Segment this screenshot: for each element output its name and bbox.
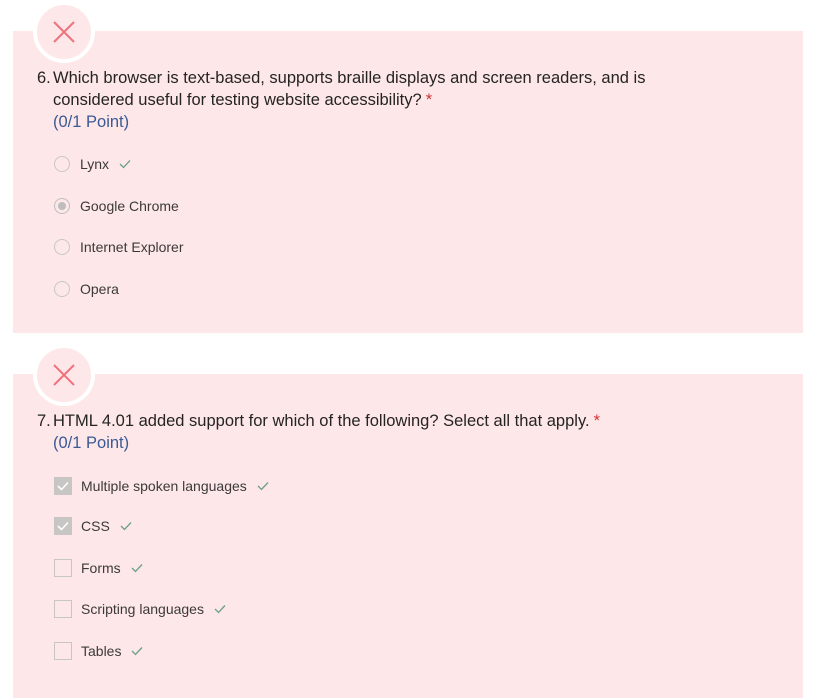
option-scripting-languages[interactable]: Scripting languages	[54, 599, 226, 619]
option-lynx[interactable]: Lynx	[54, 154, 131, 174]
option-internet-explorer[interactable]: Internet Explorer	[54, 237, 184, 257]
option-multiple-spoken-languages[interactable]: Multiple spoken languages	[54, 476, 269, 496]
question-number: 7.	[37, 412, 51, 430]
question-title: 6. Which browser is text-based, supports…	[37, 67, 777, 133]
option-label: Tables	[81, 643, 122, 659]
question-text-line1: HTML 4.01 added support for which of the…	[53, 412, 590, 430]
question-points: (0/1 Point)	[53, 434, 130, 452]
required-marker: *	[425, 91, 433, 109]
option-google-chrome[interactable]: Google Chrome	[54, 196, 179, 216]
required-marker: *	[593, 412, 600, 430]
option-label: Lynx	[80, 156, 110, 172]
option-opera[interactable]: Opera	[54, 279, 119, 299]
radio-button-selected[interactable]	[54, 198, 70, 214]
checkbox-checked[interactable]	[54, 517, 72, 535]
correct-check-icon	[131, 646, 143, 656]
question-points: (0/1 Point)	[53, 113, 130, 131]
radio-button[interactable]	[54, 239, 70, 255]
incorrect-badge	[33, 344, 95, 406]
option-label: Opera	[80, 281, 119, 297]
question-number: 6.	[37, 69, 51, 87]
checkbox-checked[interactable]	[54, 477, 72, 495]
option-css[interactable]: CSS	[54, 516, 132, 536]
option-label: Internet Explorer	[80, 239, 184, 255]
radio-button[interactable]	[54, 281, 70, 297]
option-label: Scripting languages	[81, 601, 204, 617]
correct-check-icon	[214, 604, 226, 614]
radio-button[interactable]	[54, 156, 70, 172]
option-label: Forms	[81, 560, 121, 576]
checkbox[interactable]	[54, 600, 72, 618]
correct-check-icon	[120, 521, 132, 531]
question-text-line2: considered useful for testing website ac…	[53, 91, 422, 109]
correct-check-icon	[257, 481, 269, 491]
correct-check-icon	[131, 563, 143, 573]
correct-check-icon	[119, 159, 131, 169]
x-icon	[53, 21, 75, 43]
question-card-7: 7. HTML 4.01 added support for which of …	[13, 374, 803, 698]
question-card-6: 6. Which browser is text-based, supports…	[13, 31, 803, 333]
incorrect-badge	[33, 1, 95, 63]
checkbox[interactable]	[54, 642, 72, 660]
question-text-line1: Which browser is text-based, supports br…	[53, 69, 646, 87]
option-label: Multiple spoken languages	[81, 478, 247, 494]
option-label: CSS	[81, 518, 110, 534]
question-title: 7. HTML 4.01 added support for which of …	[37, 410, 777, 454]
option-tables[interactable]: Tables	[54, 641, 143, 661]
option-label: Google Chrome	[80, 198, 179, 214]
checkbox[interactable]	[54, 559, 72, 577]
option-forms[interactable]: Forms	[54, 558, 143, 578]
x-icon	[53, 364, 75, 386]
